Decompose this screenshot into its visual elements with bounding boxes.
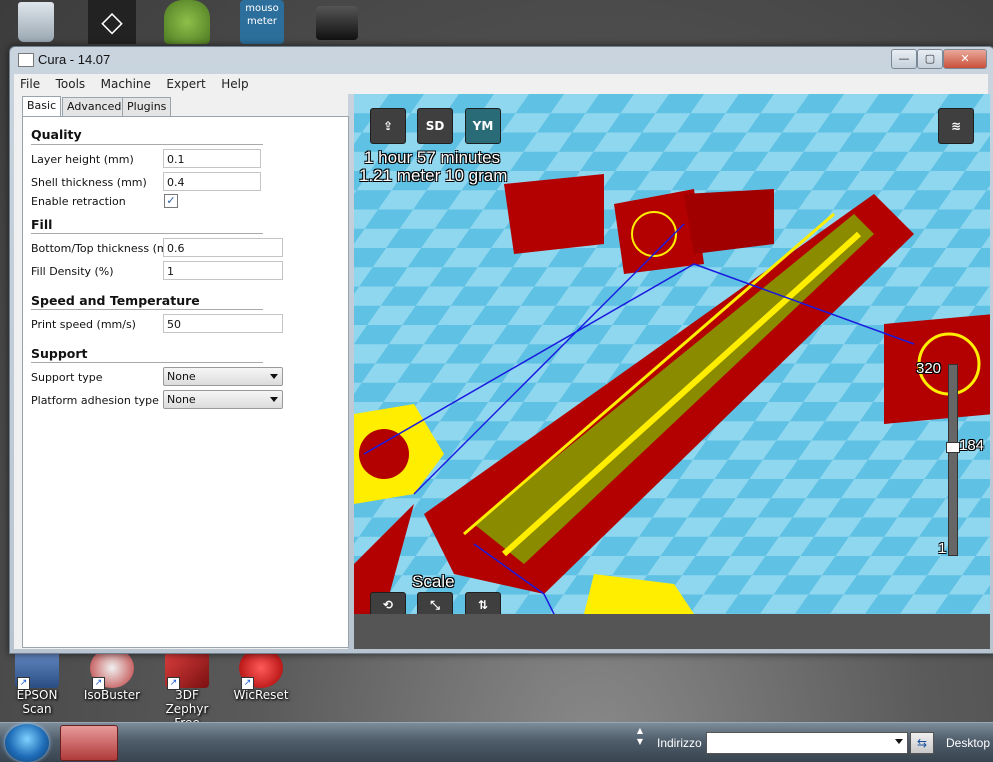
cura-window: Cura - 14.07 — ▢ ✕ File Tools Machine Ex… — [9, 46, 993, 654]
section-support: Support — [31, 346, 88, 361]
divider — [31, 362, 263, 363]
title-bar[interactable]: Cura - 14.07 — ▢ ✕ — [10, 47, 993, 73]
scale-label: Scale — [412, 572, 455, 591]
section-fill: Fill — [31, 217, 53, 232]
menu-bar: File Tools Machine Expert Help — [14, 74, 988, 94]
zephyr-icon: ↗ — [165, 648, 209, 690]
support-type-value: None — [167, 370, 196, 383]
divider — [31, 233, 263, 234]
recycle-bin-icon[interactable] — [18, 2, 54, 42]
menu-help[interactable]: Help — [215, 74, 254, 91]
layer-slider-handle[interactable] — [946, 441, 960, 453]
minimize-button[interactable]: — — [891, 49, 917, 69]
scanner-icon: ↗ — [15, 648, 59, 690]
address-label: Indirizzo — [657, 736, 702, 750]
model-part-hole — [359, 429, 409, 479]
layers-icon: ≋ — [950, 119, 962, 133]
maximize-button[interactable]: ▢ — [917, 49, 943, 69]
bottom-top-thickness-label: Bottom/Top thickness (mm) — [31, 242, 183, 255]
tab-advanced[interactable]: Advanced — [62, 97, 127, 116]
desktop-icon-epson-scan[interactable]: ↗ EPSON Scan — [2, 648, 72, 716]
model-part — [504, 174, 604, 254]
start-button[interactable] — [5, 724, 49, 762]
menu-file[interactable]: File — [14, 74, 46, 91]
menu-machine[interactable]: Machine — [95, 74, 157, 91]
menu-tools[interactable]: Tools — [50, 74, 92, 91]
load-model-button[interactable]: ⇪ — [370, 108, 406, 144]
layer-height-label: Layer height (mm) — [31, 153, 134, 166]
desktop-toolbar-label[interactable]: Desktop — [946, 736, 990, 750]
tree-app-icon[interactable] — [164, 0, 210, 44]
youmagine-button[interactable]: YM — [465, 108, 501, 144]
basic-tab-page: Quality Layer height (mm) 0.1 Shell thic… — [22, 116, 349, 648]
enable-retraction-checkbox[interactable]: ✓ — [164, 194, 178, 208]
mirror-icon: ⇅ — [477, 598, 489, 612]
enable-retraction-label: Enable retraction — [31, 195, 126, 208]
tab-basic[interactable]: Basic — [22, 96, 62, 117]
print-time: 1 hour 57 minutes — [364, 148, 501, 167]
print-speed-label: Print speed (mm/s) — [31, 318, 136, 331]
taskbar: ▲ ▼ Indirizzo ⇆ Desktop — [0, 722, 993, 762]
layer-min-label: 1 — [938, 540, 947, 557]
print-speed-field[interactable]: 50 — [163, 314, 283, 333]
wicreset-icon: ↗ — [239, 648, 283, 690]
scale-icon: ⤡ — [430, 598, 440, 612]
desktop-icon-isobuster[interactable]: ↗ IsoBuster — [77, 648, 147, 702]
support-type-select[interactable]: None — [163, 367, 283, 386]
isobuster-icon: ↗ — [90, 648, 134, 690]
fill-density-field[interactable]: 1 — [163, 261, 283, 280]
platform-adhesion-label: Platform adhesion type — [31, 394, 159, 407]
app-window-icon — [18, 53, 34, 67]
chevron-down-icon — [270, 397, 278, 402]
bottom-top-thickness-field[interactable]: 0.6 — [163, 238, 283, 257]
platform-adhesion-select[interactable]: None — [163, 390, 283, 409]
tab-plugins[interactable]: Plugins — [122, 97, 172, 116]
settings-panel: Basic Advanced Plugins Quality Layer hei… — [14, 94, 349, 649]
shell-thickness-field[interactable]: 0.4 — [163, 172, 261, 191]
layer-current-label: 184 — [959, 437, 985, 454]
address-input[interactable] — [706, 732, 908, 754]
desktop-icon-label: WicReset — [233, 688, 289, 702]
desktop-icon-label: IsoBuster — [83, 688, 141, 702]
support-type-label: Support type — [31, 371, 103, 384]
viewport-bottom-bar — [354, 614, 990, 649]
go-arrows-icon: ⇆ — [916, 736, 928, 750]
platform-adhesion-value: None — [167, 393, 196, 406]
rotate-icon: ⟲ — [382, 598, 394, 612]
desktop-icon-label: EPSON Scan — [16, 688, 58, 716]
3d-viewport[interactable]: ⇪ SD YM ≋ 1 hour 57 minutes 1.21 meter 1… — [354, 94, 990, 649]
mouso-meter-icon[interactable]: mouso meter — [240, 0, 284, 44]
layer-slider[interactable] — [948, 364, 958, 556]
view-mode-button[interactable]: ≋ — [938, 108, 974, 144]
save-sd-button[interactable]: SD — [417, 108, 453, 144]
printer-icon[interactable] — [316, 6, 358, 40]
chevron-down-icon — [270, 374, 278, 379]
youmagine-icon: YM — [472, 119, 494, 133]
sd-icon: SD — [425, 119, 445, 133]
load-icon: ⇪ — [382, 119, 394, 133]
desktop-icon-3df-zephyr[interactable]: ↗ 3DF Zephyr Free — [152, 648, 222, 730]
menu-expert[interactable]: Expert — [160, 74, 211, 91]
toolbar-scroll-arrows[interactable]: ▲ ▼ — [634, 725, 646, 759]
divider — [31, 309, 263, 310]
close-button[interactable]: ✕ — [943, 49, 987, 69]
unity-icon[interactable]: ◇ — [88, 0, 136, 44]
chevron-down-icon[interactable] — [895, 739, 903, 744]
window-title: Cura - 14.07 — [38, 52, 111, 67]
desktop-icon-wicreset[interactable]: ↗ WicReset — [226, 648, 296, 702]
layer-height-field[interactable]: 0.1 — [163, 149, 261, 168]
shell-thickness-label: Shell thickness (mm) — [31, 176, 147, 189]
model-part — [684, 189, 774, 254]
address-go-button[interactable]: ⇆ — [910, 732, 934, 754]
material-usage: 1.21 meter 10 gram — [359, 166, 508, 185]
taskbar-app-button[interactable] — [60, 725, 118, 761]
section-quality: Quality — [31, 127, 82, 142]
divider — [31, 144, 263, 145]
fill-density-label: Fill Density (%) — [31, 265, 114, 278]
layer-max-label: 320 — [916, 360, 942, 377]
section-speed-temperature: Speed and Temperature — [31, 293, 200, 308]
